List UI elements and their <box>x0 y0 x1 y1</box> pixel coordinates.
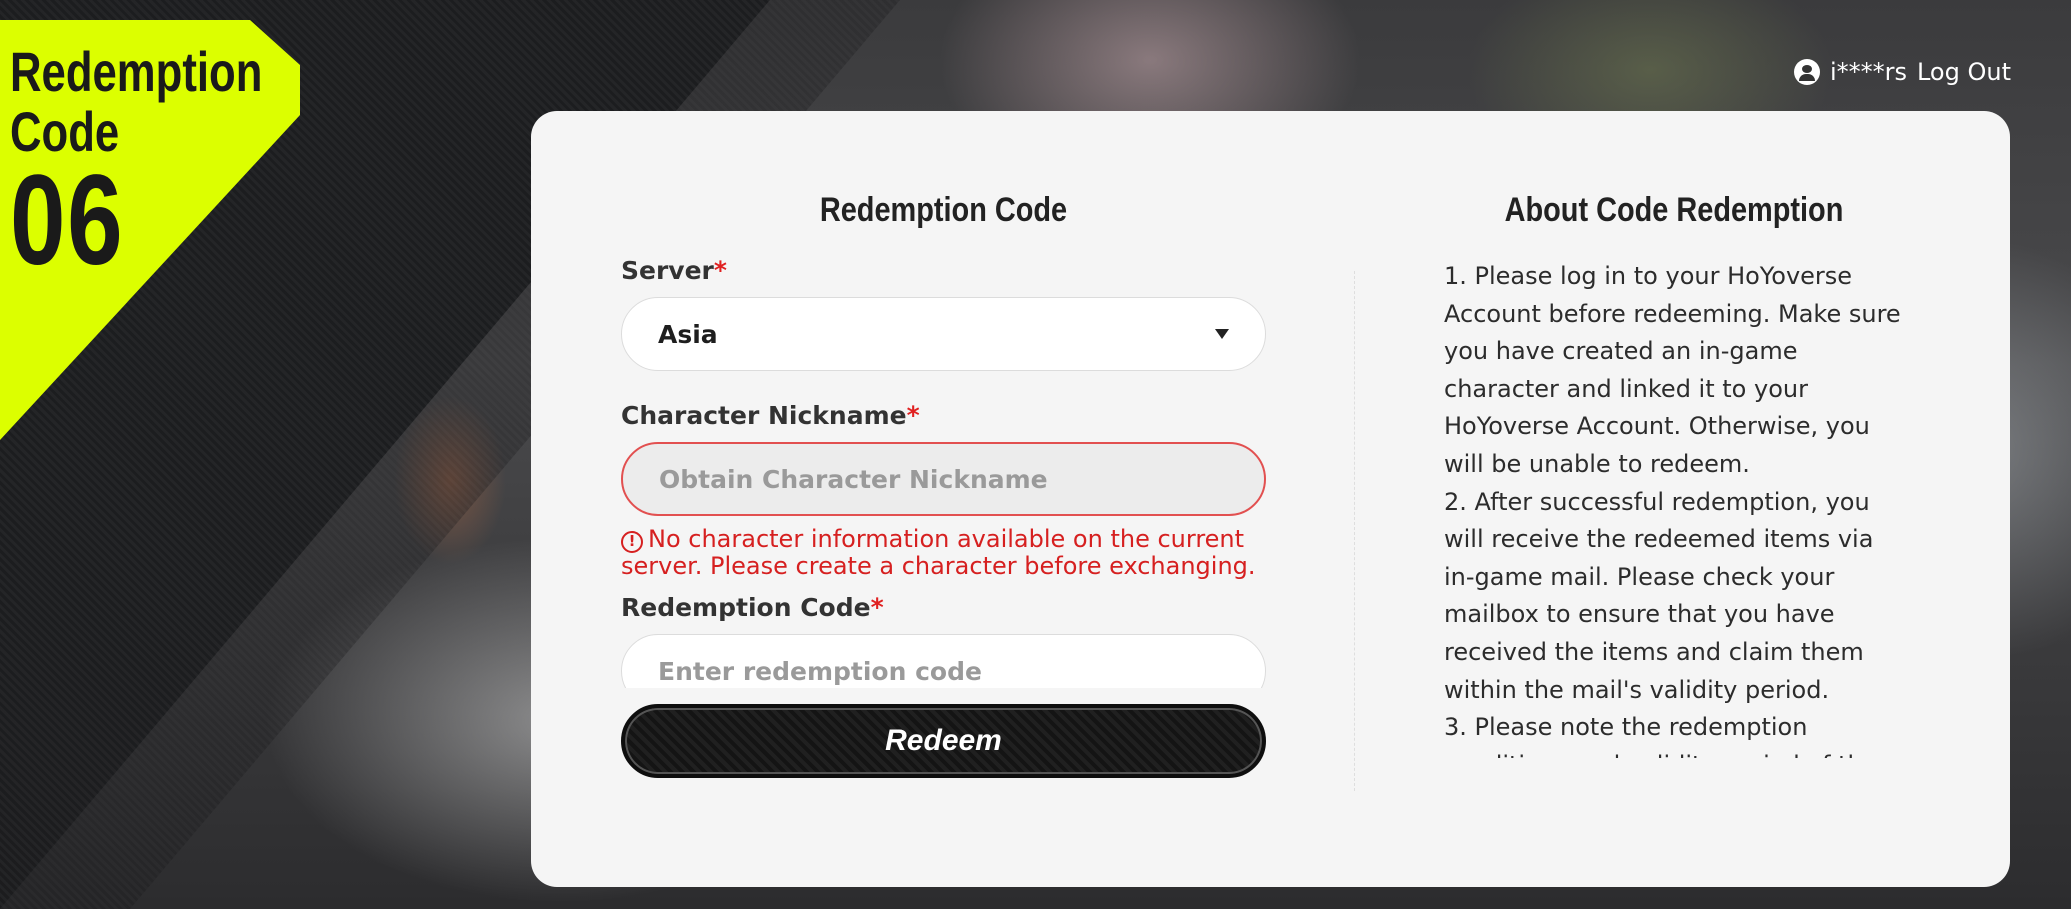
code-placeholder: Enter redemption code <box>658 656 982 686</box>
logout-link[interactable]: Log Out <box>1917 58 2011 86</box>
redeem-button[interactable]: Redeem <box>621 704 1266 778</box>
server-label: Server* <box>621 256 727 285</box>
exclamation-circle-icon: ! <box>621 531 643 553</box>
username: i****rs <box>1829 58 1907 86</box>
code-label: Redemption Code* <box>621 593 884 622</box>
about-section: About Code Redemption 1. Please log in t… <box>1444 191 1904 758</box>
column-divider <box>1354 271 1355 791</box>
user-menu: i****rs Log Out <box>1793 58 2011 86</box>
nickname-placeholder: Obtain Character Nickname <box>659 464 1048 494</box>
about-item: 1. Please log in to your HoYoverse Accou… <box>1444 262 1901 478</box>
nickname-field[interactable]: Obtain Character Nickname <box>621 442 1266 516</box>
nickname-label: Character Nickname* <box>621 401 920 430</box>
about-item: 3. Please note the redemption conditions… <box>1444 713 1878 758</box>
about-title: About Code Redemption <box>1504 191 1844 229</box>
badge-number: 06 <box>10 149 125 292</box>
caret-down-icon <box>1215 329 1229 339</box>
about-item: 2. After successful redemption, you will… <box>1444 487 1874 704</box>
required-mark: * <box>713 256 727 285</box>
required-mark: * <box>870 593 884 622</box>
redemption-code-input[interactable]: Enter redemption code <box>621 634 1266 688</box>
redemption-form: Redemption Code Server* Asia Character N… <box>621 191 1266 778</box>
about-text: 1. Please log in to your HoYoverse Accou… <box>1444 258 1904 758</box>
code-field-clip: Enter redemption code <box>621 634 1266 688</box>
user-avatar-icon <box>1793 59 1820 85</box>
form-title: Redemption Code <box>819 191 1068 229</box>
redemption-panel: Redemption Code Server* Asia Character N… <box>531 111 2010 887</box>
server-select-value: Asia <box>658 319 718 349</box>
badge-text: Redemption Code 06 <box>10 40 263 292</box>
server-select[interactable]: Asia <box>621 297 1266 371</box>
badge-title-line1: Redemption <box>10 40 263 103</box>
required-mark: * <box>906 401 920 430</box>
nickname-error-message: ! No character information available on t… <box>621 525 1256 580</box>
